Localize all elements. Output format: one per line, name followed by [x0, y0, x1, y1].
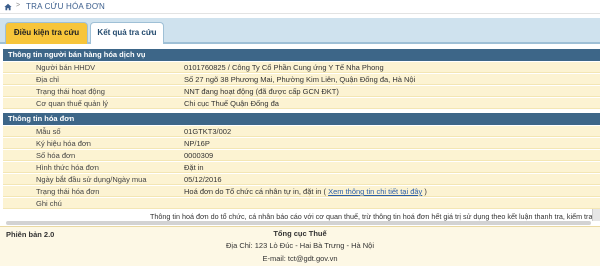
field-label: Người bán HHDV — [36, 63, 96, 72]
field-label: Ngày bắt đầu sử dụng/Ngày mua — [36, 175, 147, 184]
seller-row: Người bán HHDV 0101760825 / Công Ty Cổ P… — [3, 62, 600, 73]
seller-row: Cơ quan thuế quản lý Chi cục Thuế Quận Đ… — [3, 98, 600, 109]
page-title[interactable]: TRA CỨU HÓA ĐƠN — [26, 2, 105, 11]
org-name: Tổng cục Thuế — [273, 229, 327, 238]
field-value: 0101760825 / Công Ty Cổ Phần Cung ứng Y … — [184, 63, 384, 72]
field-value: Hoá đơn do Tổ chức cá nhân tự in, đặt in… — [184, 187, 427, 196]
scrollbar-arrow[interactable] — [592, 209, 600, 221]
seller-row: Trạng thái hoạt động NNT đang hoạt động … — [3, 86, 600, 97]
horizontal-scrollbar[interactable] — [6, 221, 591, 225]
field-value: Số 27 ngõ 38 Phương Mai, Phường Kim Liên… — [184, 75, 416, 84]
notice-text: Thông tin hoá đơn do tổ chức, cá nhân bá… — [150, 212, 593, 221]
field-label: Hình thức hóa đơn — [36, 163, 99, 172]
invoice-row: Mẫu số 01GTKT3/002 — [3, 126, 600, 137]
seller-row: Địa chỉ Số 27 ngõ 38 Phương Mai, Phường … — [3, 74, 600, 85]
field-value: NNT đang hoạt động (đã được cấp GCN ĐKT) — [184, 87, 339, 96]
field-value: 0000309 — [184, 151, 214, 160]
field-value: NP/16P — [184, 139, 210, 148]
tab-search-conditions[interactable]: Điều kiện tra cứu — [5, 22, 88, 44]
status-text: Hoá đơn do Tổ chức cá nhân tự in, đặt in… — [184, 187, 326, 196]
field-label: Mẫu số — [36, 127, 61, 136]
field-value: Chi cục Thuế Quận Đống đa — [184, 99, 279, 108]
breadcrumb: > TRA CỨU HÓA ĐƠN — [0, 0, 600, 14]
field-label: Trạng thái hoạt động — [36, 87, 105, 96]
invoice-row: Ngày bắt đầu sử dụng/Ngày mua 05/12/2016 — [3, 174, 600, 185]
field-value: 05/12/2016 — [184, 175, 222, 184]
breadcrumb-separator: > — [16, 2, 21, 9]
footer: Phiên bản 2.0 Tổng cục Thuế Địa Chỉ: 123… — [0, 226, 600, 266]
tab-search-results[interactable]: Kết quả tra cứu — [90, 22, 164, 44]
org-address: Địa Chỉ: 123 Lò Đúc - Hai Bà Trưng - Hà … — [226, 241, 374, 250]
view-detail-link[interactable]: Xem thông tin chi tiết tại đây — [328, 187, 422, 196]
field-value: 01GTKT3/002 — [184, 127, 232, 136]
field-label: Địa chỉ — [36, 75, 59, 84]
invoice-row: Hình thức hóa đơn Đặt in — [3, 162, 600, 173]
invoice-row: Số hóa đơn 0000309 — [3, 150, 600, 161]
field-label: Số hóa đơn — [36, 151, 76, 160]
org-email: E-mail: tct@gdt.gov.vn — [262, 254, 338, 263]
home-icon[interactable] — [4, 3, 12, 11]
field-label: Cơ quan thuế quản lý — [36, 99, 109, 108]
field-label: Ký hiệu hóa đơn — [36, 139, 91, 148]
tab-strip: Điều kiện tra cứu Kết quả tra cứu — [0, 18, 600, 44]
invoice-row: Ghi chú — [3, 198, 600, 209]
invoice-row: Trạng thái hóa đơn Hoá đơn do Tổ chức cá… — [3, 186, 600, 197]
status-suffix: ) — [424, 187, 427, 196]
invoice-row: Ký hiệu hóa đơn NP/16P — [3, 138, 600, 149]
field-label: Trạng thái hóa đơn — [36, 187, 100, 196]
field-value: Đặt in — [184, 163, 204, 172]
invoice-section-header: Thông tin hóa đơn — [3, 113, 600, 125]
seller-section-header: Thông tin người bán hàng hóa dịch vụ — [3, 49, 600, 61]
field-label: Ghi chú — [36, 199, 62, 208]
